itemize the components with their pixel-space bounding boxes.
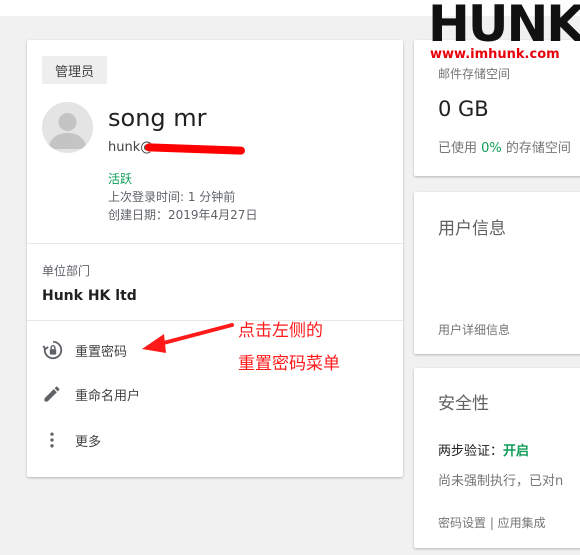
enforcement-note: 尚未强制执行，已对n	[438, 474, 564, 489]
two-step-value: 开启	[503, 444, 530, 459]
hunk-logo: HUNK www.imhunk.com	[428, 0, 580, 66]
rename-user-label: 重命名用户	[75, 388, 141, 404]
redaction-mark	[144, 143, 246, 155]
person-icon	[42, 102, 93, 153]
status-badge: 活跃	[108, 172, 133, 186]
user-card: 管理员 song mr hunk@ 活跃 上次登录时间: 1 分钟前 创建日期：…	[27, 40, 403, 477]
security-links[interactable]: 密码设置 | 应用集成	[438, 514, 546, 531]
role-chip: 管理员	[42, 56, 107, 84]
storage-title: 邮件存储空间	[438, 67, 511, 81]
dept-label: 单位部门	[42, 264, 91, 278]
storage-usage-pct: 0%	[481, 141, 502, 156]
storage-value: 0 GB	[438, 97, 489, 121]
storage-usage: 已使用 0% 的存储空间	[438, 141, 571, 156]
security-card[interactable]: 安全性 两步验证：开启 尚未强制执行，已对n 密码设置 | 应用集成	[414, 368, 580, 548]
lock-reset-icon	[42, 338, 68, 362]
more-vert-icon	[42, 428, 68, 452]
divider	[27, 243, 403, 244]
pencil-icon	[42, 382, 68, 406]
annotation-line-1: 点击左侧的	[238, 321, 323, 341]
user-name: song mr	[108, 104, 207, 132]
logo-wordmark: HUNK	[428, 0, 580, 53]
created-date-text: 创建日期：2019年4月27日	[108, 208, 258, 222]
last-login-text: 上次登录时间: 1 分钟前	[108, 190, 236, 204]
reset-password-label: 重置密码	[75, 344, 128, 360]
reset-password-button[interactable]: 重置密码	[42, 336, 127, 364]
rename-user-button[interactable]: 重命名用户	[42, 380, 140, 408]
logo-url: www.imhunk.com	[430, 47, 560, 62]
two-step-status: 两步验证：开启	[438, 444, 530, 459]
dept-value: Hunk HK ltd	[42, 288, 137, 304]
more-button[interactable]: 更多	[42, 426, 101, 454]
user-info-title: 用户信息	[438, 219, 506, 239]
annotation-arrow	[142, 323, 234, 353]
annotation-line-2: 重置密码菜单	[238, 354, 340, 374]
more-label: 更多	[75, 434, 102, 450]
security-title: 安全性	[438, 394, 489, 414]
avatar	[42, 102, 93, 153]
user-details-link[interactable]: 用户详细信息	[438, 321, 510, 338]
user-info-card[interactable]: 用户信息 用户详细信息	[414, 192, 580, 354]
